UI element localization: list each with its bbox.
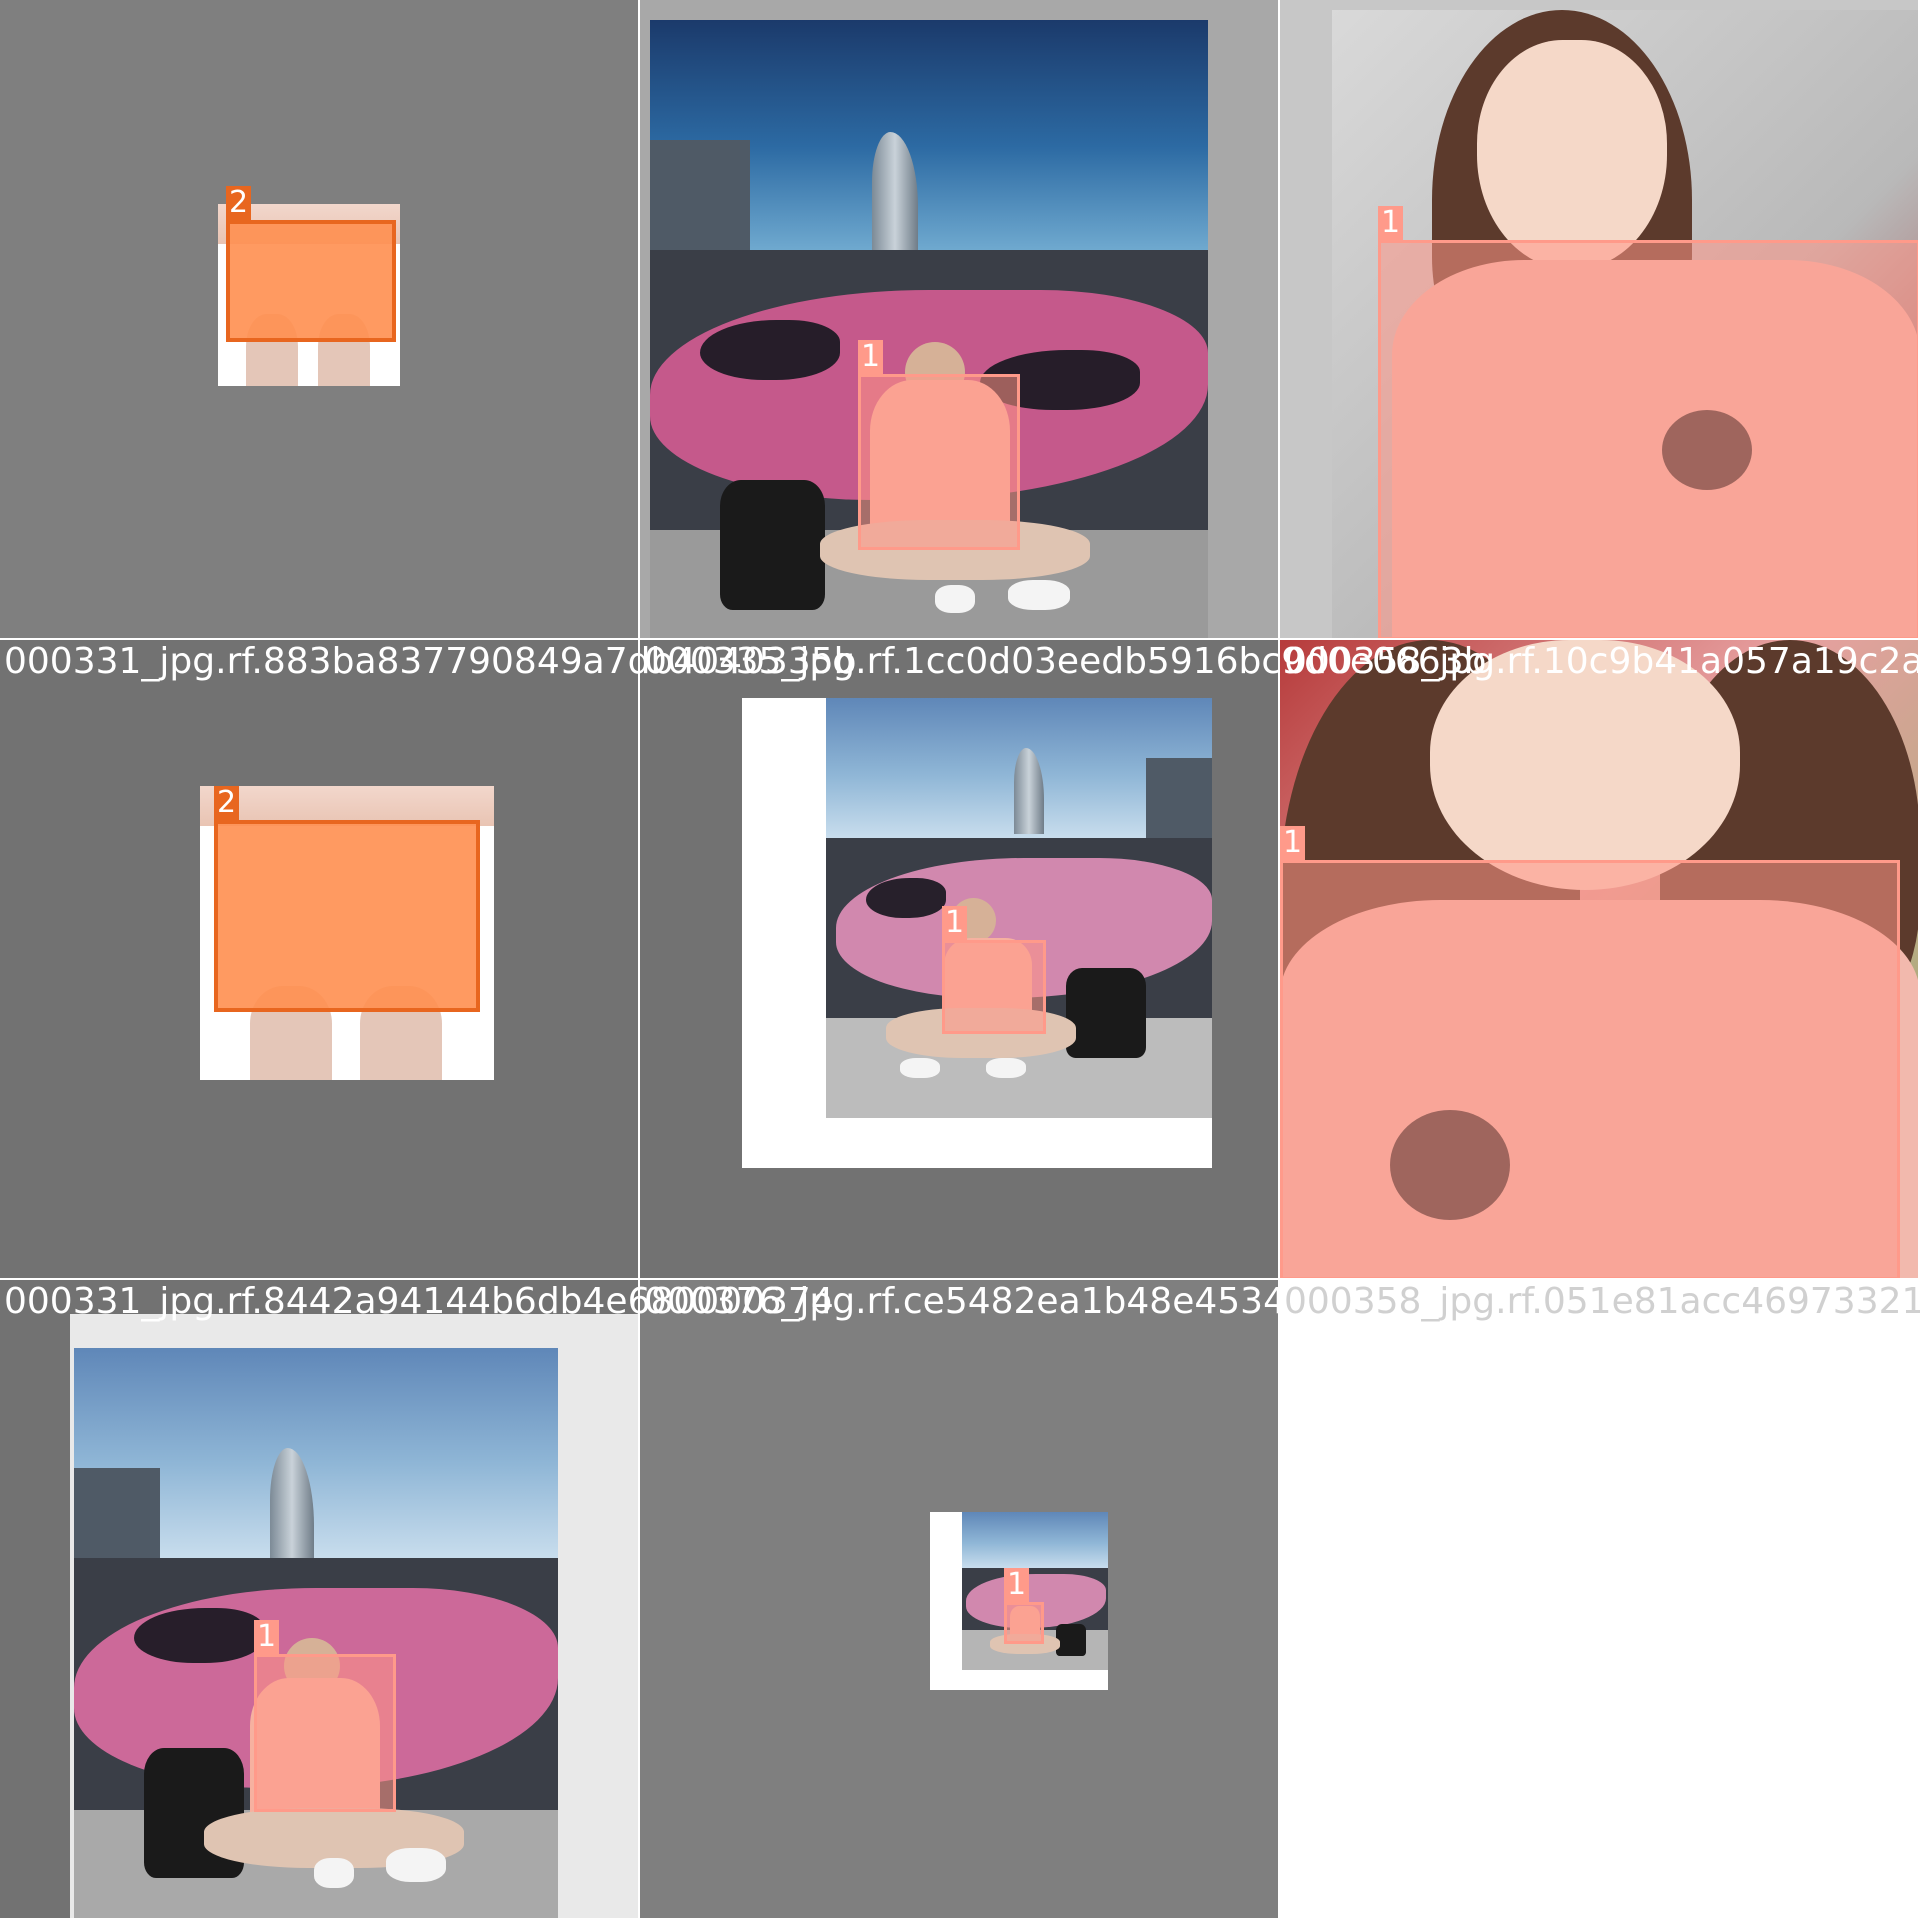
grid-tile-6[interactable]: 1 xyxy=(1280,640,1920,1280)
class-label: 2 xyxy=(214,786,240,820)
grid-tile-1[interactable]: 2 xyxy=(0,0,640,640)
class-label: 1 xyxy=(858,340,884,374)
detection-box[interactable] xyxy=(1378,240,1918,638)
detection-box[interactable] xyxy=(214,820,480,1012)
tile-image xyxy=(826,698,1212,1118)
tile-filename: 000358_jpg.rf.10c9b41a057a19c2a31 xyxy=(1284,641,1920,682)
class-label: 1 xyxy=(1280,826,1306,860)
grid-tile-5[interactable]: 1 xyxy=(640,640,1280,1280)
grid-tile-empty xyxy=(1280,1280,1920,1920)
class-label: 1 xyxy=(1378,206,1404,240)
tile-filename: 000358_jpg.rf.051e81acc469733219a xyxy=(1284,1281,1920,1322)
tile-image xyxy=(962,1512,1108,1670)
detection-box[interactable] xyxy=(226,220,396,342)
class-label: 2 xyxy=(226,186,252,220)
detection-box[interactable] xyxy=(254,1654,396,1812)
class-label: 1 xyxy=(942,906,968,940)
detection-box[interactable] xyxy=(1280,860,1900,1278)
grid-tile-3[interactable]: 1 xyxy=(1280,0,1920,640)
detection-box[interactable] xyxy=(942,940,1046,1034)
grid-tile-8[interactable]: 1 xyxy=(640,1280,1280,1920)
grid-tile-7[interactable]: 1 xyxy=(0,1280,640,1920)
tile-image xyxy=(74,1348,558,1918)
grid-tile-4[interactable]: 2 xyxy=(0,640,640,1280)
detection-box[interactable] xyxy=(858,374,1020,550)
grid-tile-2[interactable]: 1 xyxy=(640,0,1280,640)
class-label: 1 xyxy=(254,1620,280,1654)
detection-box[interactable] xyxy=(1004,1602,1044,1644)
class-label: 1 xyxy=(1004,1568,1030,1602)
image-grid: 2 1 1 2 1 1 1 1 000331_jpg.rf.883ba83779… xyxy=(0,0,1920,1920)
